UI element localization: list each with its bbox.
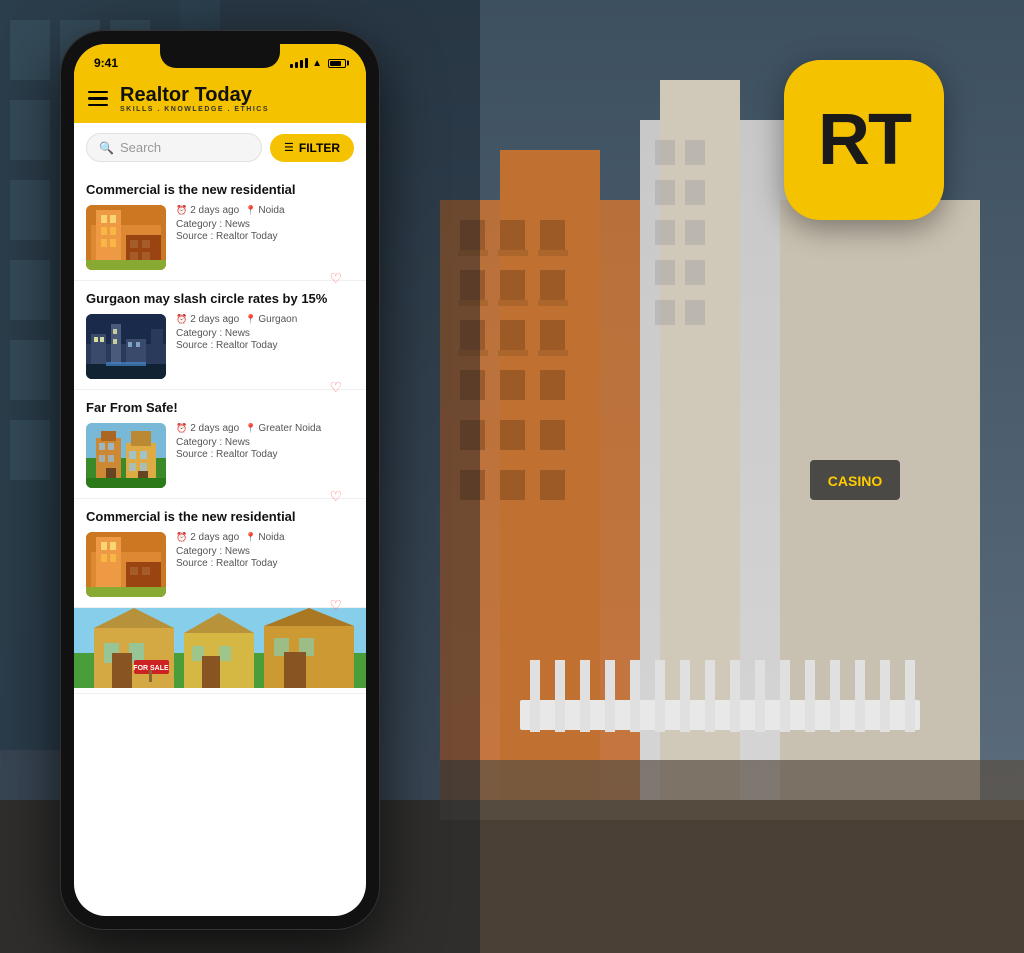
thumb-image	[86, 532, 166, 597]
news-item[interactable]: Commercial is the new residential	[74, 172, 366, 281]
loc-badge: 📍 Gurgaon	[245, 314, 297, 325]
news-location: Gurgaon	[258, 314, 297, 325]
heart-button[interactable]: ♡	[329, 270, 342, 287]
loc-badge: 📍 Greater Noida	[245, 423, 321, 434]
pin-icon: 📍	[245, 314, 256, 325]
time-badge: ⏰ 2 days ago	[176, 423, 239, 434]
search-icon: 🔍	[99, 141, 114, 155]
svg-text:CASINO: CASINO	[828, 473, 883, 489]
time-badge: ⏰ 2 days ago	[176, 205, 239, 216]
app-icon-text: RT	[818, 99, 910, 181]
filter-label: FILTER	[299, 141, 340, 155]
signal-icon	[290, 58, 308, 68]
news-source: Source : Realtor Today	[176, 449, 354, 460]
heart-button[interactable]: ♡	[329, 488, 342, 505]
app-title: Realtor Today	[120, 84, 269, 106]
news-title: Commercial is the new residential	[86, 182, 354, 197]
clock-icon: ⏰	[176, 532, 187, 543]
news-time: 2 days ago	[190, 205, 239, 216]
house-image: FOR SALE	[74, 608, 366, 688]
news-item[interactable]: Far From Safe!	[74, 390, 366, 499]
pin-icon: 📍	[245, 423, 256, 434]
news-location: Noida	[258, 205, 284, 216]
phone-notch	[160, 44, 280, 68]
news-meta: ⏰ 2 days ago 📍 Noida Category : News	[176, 205, 354, 242]
news-item-image[interactable]: FOR SALE	[74, 608, 366, 694]
news-time-loc: ⏰ 2 days ago 📍 Noida	[176, 205, 354, 216]
news-source: Source : Realtor Today	[176, 558, 354, 569]
time-badge: ⏰ 2 days ago	[176, 532, 239, 543]
filter-icon: ☰	[284, 141, 294, 154]
clock-icon: ⏰	[176, 205, 187, 216]
search-placeholder: Search	[120, 140, 161, 155]
news-category: Category : News	[176, 437, 354, 448]
battery-icon	[328, 59, 346, 68]
app-icon: RT	[784, 60, 944, 220]
header-title-block: Realtor Today SKILLS . KNOWLEDGE . ETHIC…	[120, 84, 269, 113]
news-time: 2 days ago	[190, 423, 239, 434]
news-body: ⏰ 2 days ago 📍 Greater Noida Category : …	[86, 423, 354, 488]
news-item[interactable]: Commercial is the new residential	[74, 499, 366, 608]
phone-frame: 9:41 ▲	[60, 30, 380, 930]
news-time-loc: ⏰ 2 days ago 📍 Greater Noida	[176, 423, 354, 434]
news-item[interactable]: Gurgaon may slash circle rates by 15%	[74, 281, 366, 390]
app-header: Realtor Today SKILLS . KNOWLEDGE . ETHIC…	[74, 76, 366, 123]
thumb-image	[86, 205, 166, 270]
phone-screen: 9:41 ▲	[74, 44, 366, 916]
news-category: Category : News	[176, 328, 354, 339]
news-thumbnail	[86, 532, 166, 597]
news-body: ⏰ 2 days ago 📍 Gurgaon Category : News	[86, 314, 354, 379]
status-icons: ▲	[290, 58, 346, 69]
news-body: ⏰ 2 days ago 📍 Noida Category : News	[86, 205, 354, 270]
news-time: 2 days ago	[190, 532, 239, 543]
news-thumbnail	[86, 314, 166, 379]
clock-icon: ⏰	[176, 314, 187, 325]
news-location: Noida	[258, 532, 284, 543]
loc-badge: 📍 Noida	[245, 532, 284, 543]
news-location: Greater Noida	[258, 423, 321, 434]
news-category: Category : News	[176, 546, 354, 557]
news-meta: ⏰ 2 days ago 📍 Gurgaon Category : News	[176, 314, 354, 351]
news-meta: ⏰ 2 days ago 📍 Noida Category : News	[176, 532, 354, 569]
heart-button[interactable]: ♡	[329, 379, 342, 396]
search-input-wrap[interactable]: 🔍 Search	[86, 133, 262, 162]
heart-button[interactable]: ♡	[329, 597, 342, 614]
pin-icon: 📍	[245, 532, 256, 543]
news-category: Category : News	[176, 219, 354, 230]
hamburger-menu[interactable]	[88, 91, 108, 107]
news-time: 2 days ago	[190, 314, 239, 325]
news-title: Gurgaon may slash circle rates by 15%	[86, 291, 354, 306]
thumb-image	[86, 314, 166, 379]
news-title: Far From Safe!	[86, 400, 354, 415]
phone-wrapper: 9:41 ▲	[60, 30, 380, 930]
pin-icon: 📍	[245, 205, 256, 216]
loc-badge: 📍 Noida	[245, 205, 284, 216]
wifi-icon: ▲	[312, 58, 322, 69]
news-body: ⏰ 2 days ago 📍 Noida Category : News	[86, 532, 354, 597]
news-thumbnail	[86, 205, 166, 270]
time-badge: ⏰ 2 days ago	[176, 314, 239, 325]
news-thumbnail	[86, 423, 166, 488]
clock-icon: ⏰	[176, 423, 187, 434]
news-source: Source : Realtor Today	[176, 231, 354, 242]
news-time-loc: ⏰ 2 days ago 📍 Gurgaon	[176, 314, 354, 325]
news-source: Source : Realtor Today	[176, 340, 354, 351]
filter-button[interactable]: ☰ FILTER	[270, 134, 354, 162]
news-time-loc: ⏰ 2 days ago 📍 Noida	[176, 532, 354, 543]
app-subtitle: SKILLS . KNOWLEDGE . ETHICS	[120, 106, 269, 113]
thumb-image	[86, 423, 166, 488]
search-bar-container: 🔍 Search ☰ FILTER	[74, 123, 366, 172]
news-meta: ⏰ 2 days ago 📍 Greater Noida Category : …	[176, 423, 354, 460]
news-title: Commercial is the new residential	[86, 509, 354, 524]
status-time: 9:41	[94, 56, 118, 70]
news-list: Commercial is the new residential	[74, 172, 366, 694]
